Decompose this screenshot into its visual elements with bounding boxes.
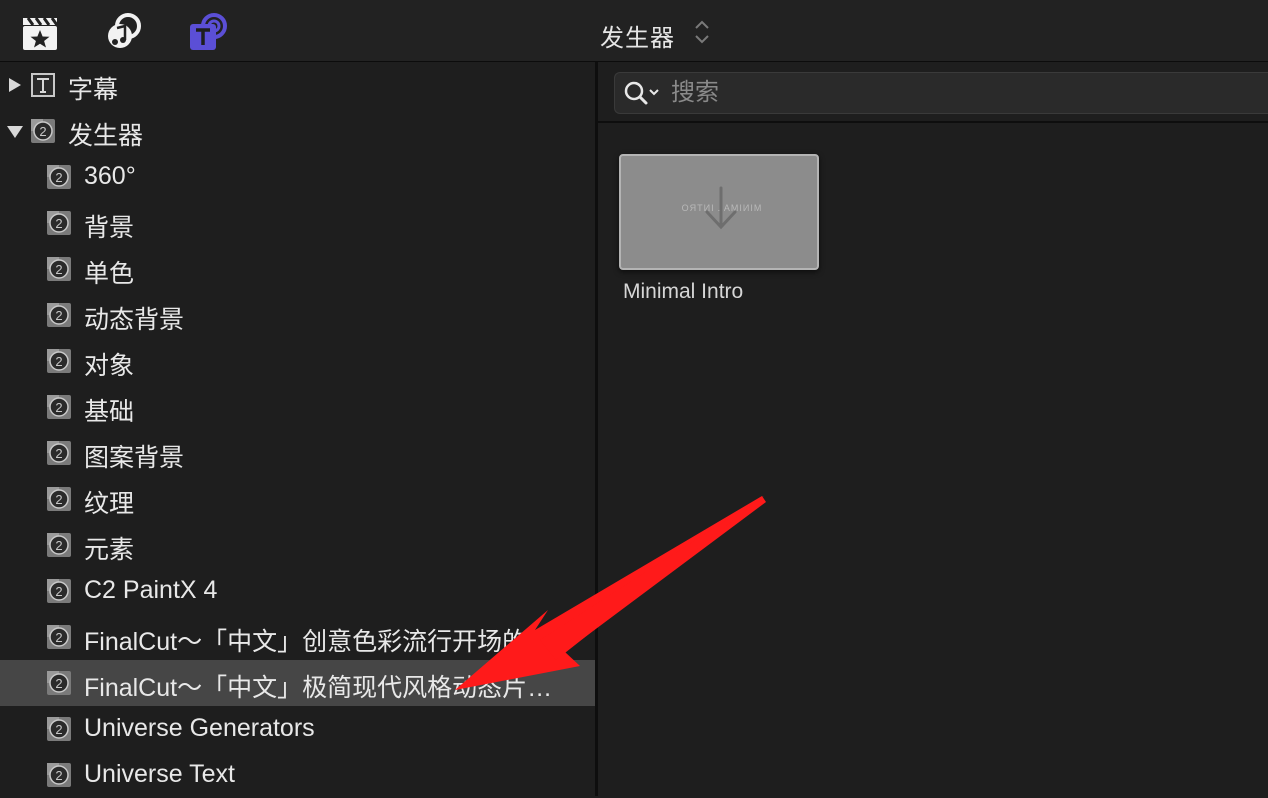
sidebar-item-label: FinalCut～「中文」极简现代风格动态片… bbox=[84, 674, 553, 702]
sidebar-item-label: 图案背景 bbox=[84, 444, 185, 472]
search-field[interactable] bbox=[614, 72, 1268, 114]
svg-text:2: 2 bbox=[55, 630, 62, 645]
svg-text:2: 2 bbox=[39, 124, 46, 139]
generator-icon: 2 bbox=[47, 671, 71, 695]
disclosure-down-icon[interactable] bbox=[6, 122, 24, 140]
generator-icon: 2 bbox=[47, 395, 71, 419]
sidebar-item-360[interactable]: 2 360° bbox=[0, 154, 595, 200]
svg-text:2: 2 bbox=[55, 768, 62, 783]
sidebar-item-label: Universe Text bbox=[84, 760, 235, 788]
svg-text:2: 2 bbox=[55, 262, 62, 277]
search-input[interactable] bbox=[669, 77, 1249, 109]
sidebar-item-backgrounds[interactable]: 2 背景 bbox=[0, 200, 595, 246]
sidebar-item-label: 单色 bbox=[84, 260, 135, 288]
generator-icon: 2 bbox=[31, 119, 55, 143]
svg-text:2: 2 bbox=[55, 400, 62, 415]
sidebar-item-label: 动态背景 bbox=[84, 306, 185, 334]
generator-icon: 2 bbox=[47, 211, 71, 235]
sidebar-item-label: 字幕 bbox=[68, 76, 119, 104]
search-icon[interactable] bbox=[623, 80, 663, 108]
sidebar-item-label: 对象 bbox=[84, 352, 135, 380]
thumbnail-label: Minimal Intro bbox=[623, 280, 744, 303]
sidebar-item-label: 元素 bbox=[84, 536, 135, 564]
svg-text:2: 2 bbox=[55, 538, 62, 553]
sidebar-item-label: Universe Generators bbox=[84, 714, 315, 742]
chevron-updown-icon[interactable] bbox=[692, 18, 712, 46]
sidebar-item-generators[interactable]: 2 发生器 bbox=[0, 108, 595, 154]
svg-text:2: 2 bbox=[55, 676, 62, 691]
svg-text:2: 2 bbox=[55, 446, 62, 461]
svg-text:2: 2 bbox=[55, 308, 62, 323]
sidebar: 字幕 2 发生器 2 360° 2 背景 2 单色 2 动态背景 2 对象 2 … bbox=[0, 62, 595, 796]
photos-music-icon[interactable] bbox=[104, 12, 144, 52]
sidebar-item-dynamic-backgrounds[interactable]: 2 动态背景 bbox=[0, 292, 595, 338]
svg-text:2: 2 bbox=[55, 584, 62, 599]
sidebar-item-label: C2 PaintX 4 bbox=[84, 576, 218, 604]
sidebar-item-finalcut-creative[interactable]: 2 FinalCut～「中文」创意色彩流行开场的… bbox=[0, 614, 595, 660]
download-arrow-icon bbox=[705, 186, 737, 230]
generator-thumbnail[interactable]: MINIMAL INTRO bbox=[619, 154, 819, 270]
disclosure-right-icon[interactable] bbox=[6, 76, 24, 94]
generator-icon: 2 bbox=[47, 579, 71, 603]
svg-text:2: 2 bbox=[55, 170, 62, 185]
sidebar-item-label: 背景 bbox=[84, 214, 135, 242]
generator-icon: 2 bbox=[47, 625, 71, 649]
generator-icon: 2 bbox=[47, 349, 71, 373]
sidebar-item-label: 发生器 bbox=[68, 122, 144, 150]
sidebar-item-label: 360° bbox=[84, 162, 136, 190]
generator-icon: 2 bbox=[47, 717, 71, 741]
clapper-star-icon[interactable] bbox=[20, 12, 60, 52]
svg-text:2: 2 bbox=[55, 354, 62, 369]
sidebar-item-label: 基础 bbox=[84, 398, 135, 426]
svg-text:2: 2 bbox=[55, 216, 62, 231]
generator-icon: 2 bbox=[47, 533, 71, 557]
sidebar-item-titles[interactable]: 字幕 bbox=[0, 62, 595, 108]
svg-text:2: 2 bbox=[55, 492, 62, 507]
sidebar-item-finalcut-minimal[interactable]: 2 FinalCut～「中文」极简现代风格动态片… bbox=[0, 660, 595, 706]
sidebar-item-textures[interactable]: 2 纹理 bbox=[0, 476, 595, 522]
generator-icon: 2 bbox=[47, 763, 71, 787]
sidebar-item-basics[interactable]: 2 基础 bbox=[0, 384, 595, 430]
browser-title[interactable]: 发生器 bbox=[600, 18, 675, 53]
content-divider bbox=[598, 121, 1268, 123]
sidebar-item-universe-generators[interactable]: 2 Universe Generators bbox=[0, 706, 595, 752]
sidebar-item-c2-paintx[interactable]: 2 C2 PaintX 4 bbox=[0, 568, 595, 614]
sidebar-item-elements[interactable]: 2 元素 bbox=[0, 522, 595, 568]
sidebar-item-solids[interactable]: 2 单色 bbox=[0, 246, 595, 292]
sidebar-item-pattern-backgrounds[interactable]: 2 图案背景 bbox=[0, 430, 595, 476]
sidebar-item-universe-text[interactable]: 2 Universe Text bbox=[0, 752, 595, 798]
sidebar-item-objects[interactable]: 2 对象 bbox=[0, 338, 595, 384]
titles-generators-icon[interactable] bbox=[188, 12, 228, 52]
browser-content: MINIMAL INTRO Minimal Intro bbox=[598, 62, 1268, 796]
svg-text:2: 2 bbox=[55, 722, 62, 737]
sidebar-item-label: 纹理 bbox=[84, 490, 135, 518]
title-t-icon bbox=[31, 73, 55, 97]
toolbar: 发生器 bbox=[0, 0, 1268, 62]
generator-icon: 2 bbox=[47, 487, 71, 511]
generator-icon: 2 bbox=[47, 303, 71, 327]
generator-icon: 2 bbox=[47, 441, 71, 465]
sidebar-item-label: FinalCut～「中文」创意色彩流行开场的… bbox=[84, 628, 553, 656]
generator-icon: 2 bbox=[47, 165, 71, 189]
generator-icon: 2 bbox=[47, 257, 71, 281]
